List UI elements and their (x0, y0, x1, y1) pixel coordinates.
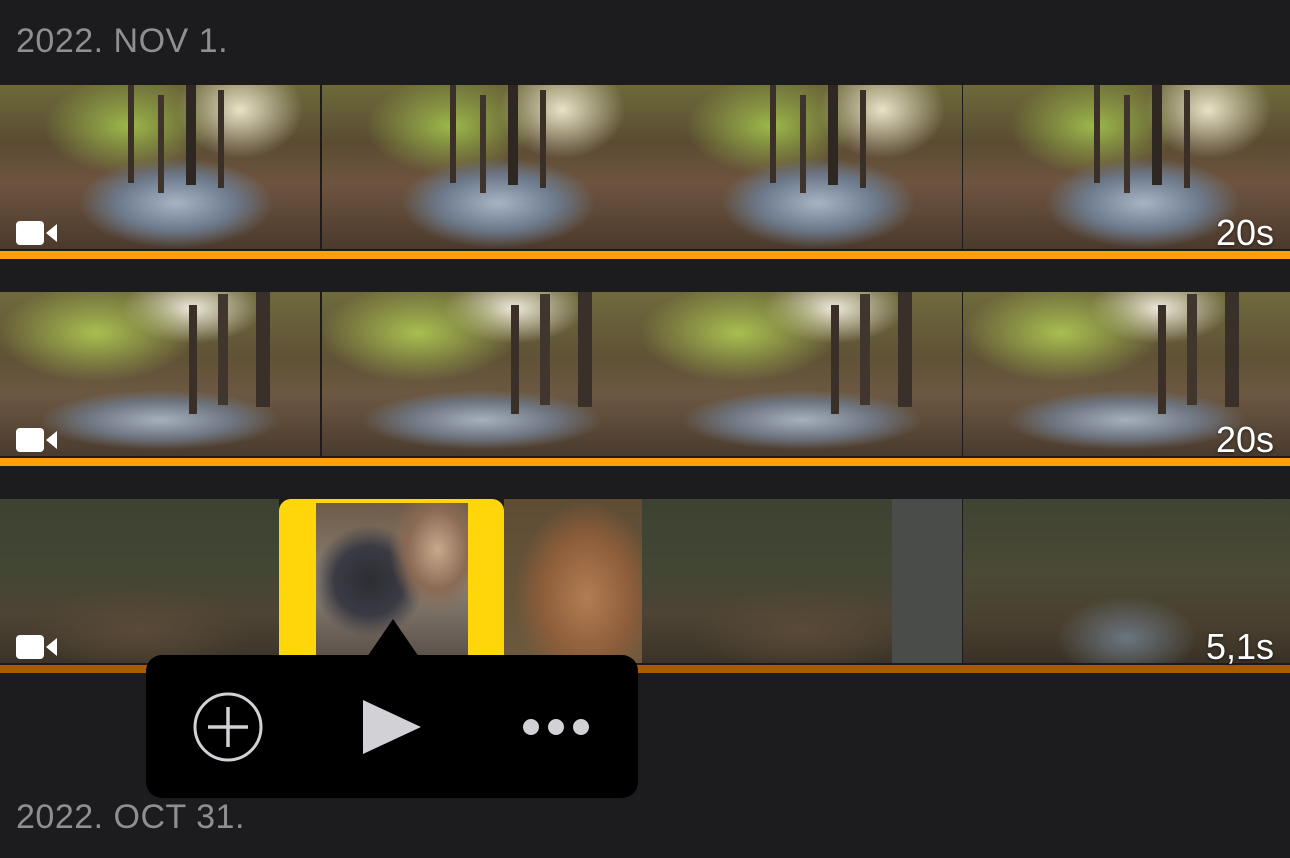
clip-row[interactable]: 20s (0, 85, 1290, 265)
more-icon (523, 718, 589, 735)
popup-arrow (367, 619, 419, 657)
add-circle-icon (193, 692, 263, 761)
clip-duration: 20s (1215, 419, 1274, 460)
clip-thumbnail (642, 499, 962, 663)
section-date-header: 2022. OCT 31. (16, 798, 245, 836)
tree-trunk (892, 499, 962, 663)
clip-thumbnail (642, 292, 962, 456)
clip-progress-bar (0, 458, 1290, 466)
more-button[interactable] (474, 655, 638, 798)
clip-row[interactable]: 5,1s (0, 499, 1290, 679)
video-camera-icon (16, 635, 57, 659)
video-camera-icon (16, 221, 57, 245)
clip-duration: 20s (1215, 212, 1274, 253)
clip-duration: 5,1s (1205, 626, 1274, 667)
section-date-header: 2022. NOV 1. (16, 22, 229, 60)
clip-row[interactable]: 20s (0, 292, 1290, 472)
clip-action-popup (146, 655, 638, 798)
add-button[interactable] (146, 655, 310, 798)
video-camera-icon (16, 428, 57, 452)
clip-thumbnail (322, 292, 642, 456)
clip-thumbnail (504, 499, 642, 663)
play-icon (363, 699, 421, 754)
clip-progress-bar (0, 251, 1290, 259)
play-button[interactable] (310, 655, 474, 798)
clip-thumbnail (642, 85, 962, 249)
clip-thumbnail (322, 85, 642, 249)
